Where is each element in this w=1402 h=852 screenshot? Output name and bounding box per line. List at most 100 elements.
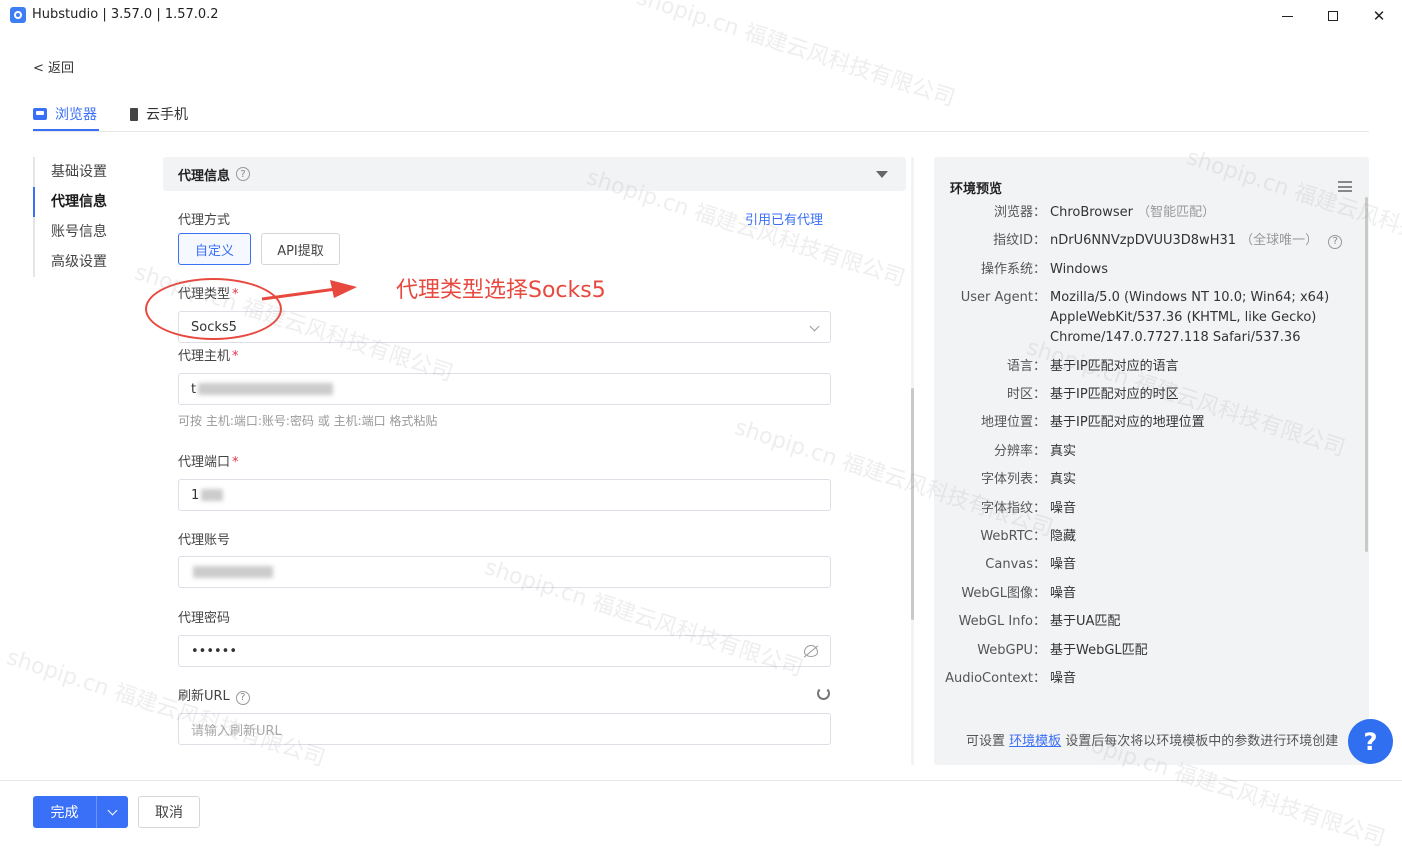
eye-off-icon[interactable] [804,645,818,657]
section-title: 代理信息 [178,168,231,184]
preview-key: WebGL Info： [958,614,1046,629]
proxy-host-value: t [191,381,197,397]
refresh-url-label-text: 刷新URL [178,689,230,704]
preview-key: 字体列表： [980,472,1046,487]
required-mark: * [232,349,239,364]
collapse-caret-icon[interactable] [876,171,888,178]
proxy-password-label: 代理密码 [178,611,231,626]
preview-value: 噪音 [1050,586,1077,601]
title-bar: Hubstudio | 3.57.0 | 1.57.0.2 ✕ [0,0,1402,32]
redacted-account [193,566,273,578]
refresh-url-input[interactable]: 请输入刷新URL [178,713,831,745]
preview-value: 噪音 [1050,671,1077,686]
preview-key: WebRTC： [980,529,1046,544]
maximize-button[interactable] [1310,0,1356,32]
preview-value: 基于IP匹配对应的时区 [1050,387,1179,402]
preview-value: 噪音 [1050,501,1077,516]
side-item-proxy-info[interactable]: 代理信息 [33,187,133,217]
preview-browser-value: ChroBrowser [1050,205,1134,220]
maximize-icon [1328,11,1338,21]
mode-api-button[interactable]: API提取 [261,233,340,265]
preview-title: 环境预览 [950,182,1003,197]
preview-key: WebGPU： [977,643,1046,658]
preview-key: AudioContext： [945,671,1046,686]
cancel-button[interactable]: 取消 [138,796,200,828]
refresh-url-placeholder: 请输入刷新URL [191,723,282,739]
proxy-host-input[interactable]: t [178,373,831,405]
mode-custom-button[interactable]: 自定义 [178,233,251,265]
side-item-advanced-settings[interactable]: 高级设置 [33,247,133,277]
refresh-icon[interactable] [817,687,830,700]
preview-value: Windows [1050,262,1109,277]
proxy-account-input[interactable] [178,556,831,588]
proxy-host-label: 代理主机 * [178,345,239,364]
preview-value: 真实 [1050,472,1077,487]
minimize-button[interactable] [1264,0,1310,32]
help-icon[interactable]: ? [236,167,251,181]
preview-footer: 可设置 环境模板 设置后每次将以环境模板中的参数进行环境创建 [966,730,1338,749]
side-item-basic-settings[interactable]: 基础设置 [33,157,133,187]
annotation-ellipse [145,278,282,340]
proxy-password-value: •••••• [191,643,238,659]
preview-value: nDrU6NNVzpDVUU3D8wH31 （全球唯一） ? [1050,231,1350,251]
use-existing-proxy-link[interactable]: 引用已有代理 [745,209,823,228]
help-fab-button[interactable]: ? [1348,719,1393,764]
environment-template-link[interactable]: 环境模板 [1009,734,1061,749]
preview-value: Mozilla/5.0 (Windows NT 10.0; Win64; x64… [1050,290,1330,345]
minimize-icon [1281,15,1293,17]
proxy-mode-label: 代理方式 [178,213,231,228]
preview-fingerprint-extra: （全球唯一） [1240,233,1319,248]
annotation-text: 代理类型选择Socks5 [396,278,606,303]
back-link[interactable]: < 返回 [33,57,74,76]
proxy-account-label: 代理账号 [178,533,231,548]
footer-suffix: 设置后每次将以环境模板中的参数进行环境创建 [1061,734,1339,749]
environment-preview-panel: 环境预览 浏览器： ChroBrowser （智能匹配） 指纹ID： nDrU6… [934,157,1369,765]
preview-key: 分辨率： [993,444,1046,459]
proxy-host-hint: 可按 主机:端口:账号:密码 或 主机:端口 格式粘贴 [178,414,438,428]
done-button[interactable]: 完成 [33,796,128,828]
redacted-port [201,489,224,501]
browser-icon [33,108,47,120]
window-title: Hubstudio | 3.57.0 | 1.57.0.2 [32,7,219,22]
form-scrollbar-thumb[interactable] [911,388,914,620]
app-logo-icon [10,7,26,23]
close-button[interactable]: ✕ [1356,0,1402,32]
proxy-section-header[interactable]: 代理信息 ? [163,157,906,191]
proxy-port-input[interactable]: 1 [178,479,831,511]
preview-key: User Agent： [960,290,1046,305]
side-item-account-info[interactable]: 账号信息 [33,217,133,247]
proxy-port-label-text: 代理端口 [178,455,231,470]
preview-fingerprint-value: nDrU6NNVzpDVUU3D8wH31 [1050,233,1237,248]
phone-icon [130,107,138,121]
tab-browser[interactable]: 浏览器 [33,104,97,124]
footer-bar: 完成 取消 [0,780,1402,852]
preview-value: ChroBrowser （智能匹配） [1050,203,1350,223]
proxy-host-label-text: 代理主机 [178,349,231,364]
preview-value: 隐藏 [1050,529,1077,544]
preview-key: 指纹ID： [993,233,1046,248]
active-tab-indicator [33,129,99,131]
list-toggle-icon[interactable] [1338,181,1352,192]
chevron-down-icon [809,321,820,332]
tab-browser-label: 浏览器 [55,107,97,123]
side-nav: 基础设置 代理信息 账号信息 高级设置 [33,157,133,277]
preview-key: 语言： [1006,359,1046,374]
preview-key: 时区： [1006,387,1046,402]
refresh-url-label: 刷新URL? [178,685,250,705]
redacted-host [198,383,334,395]
done-button-label: 完成 [50,805,79,821]
preview-value: 基于UA匹配 [1050,614,1121,629]
tab-cloud-phone[interactable]: 云手机 [130,104,188,124]
preview-value: 噪音 [1050,557,1077,572]
preview-value: 基于IP匹配对应的地理位置 [1050,415,1205,430]
preview-key: 浏览器： [993,205,1046,220]
help-icon[interactable]: ? [235,690,250,705]
preview-key: 操作系统： [980,262,1046,277]
help-icon[interactable]: ? [1328,235,1343,249]
proxy-password-input[interactable]: •••••• [178,635,831,667]
chevron-down-icon[interactable] [97,810,128,814]
preview-value: 基于IP匹配对应的语言 [1050,359,1179,374]
preview-key: 字体指纹： [980,501,1046,516]
preview-value: 基于WebGL匹配 [1050,643,1148,658]
preview-scrollbar[interactable] [1365,197,1368,552]
